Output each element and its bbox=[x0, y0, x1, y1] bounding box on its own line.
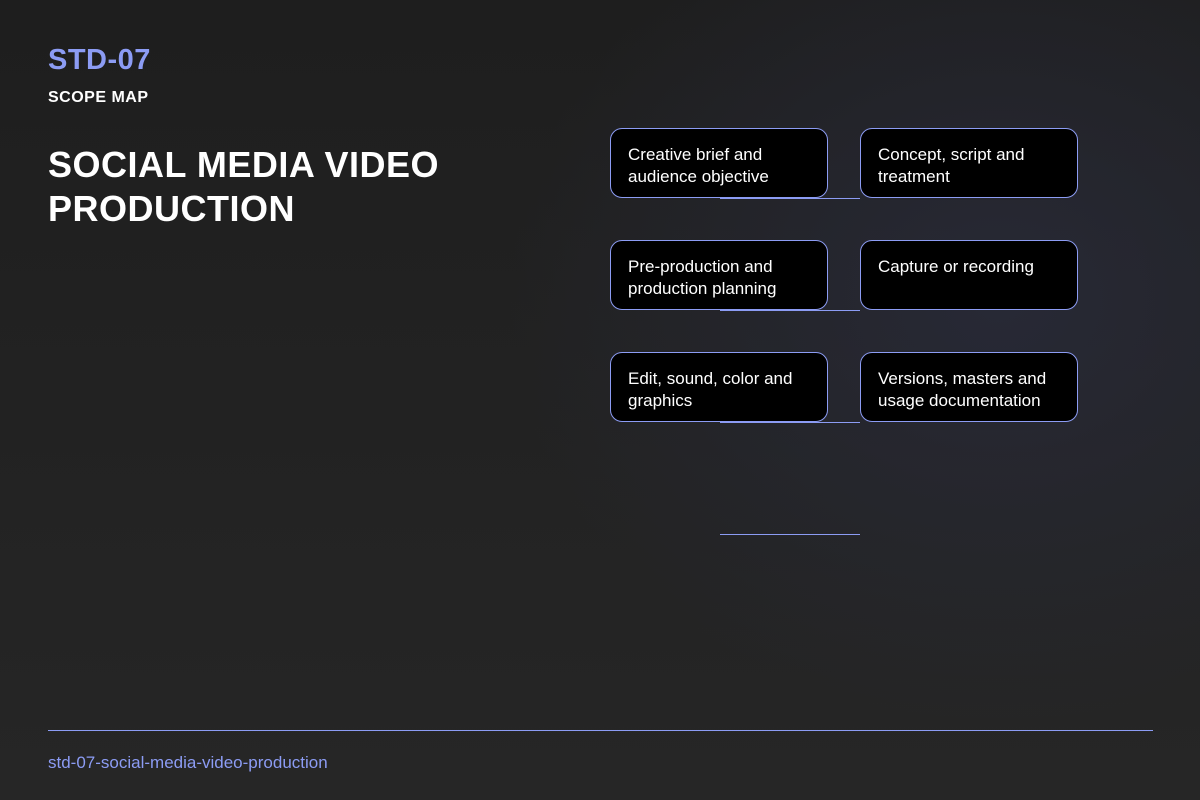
connector-line bbox=[720, 534, 860, 535]
footer-slug: std-07-social-media-video-production bbox=[48, 753, 328, 772]
section-subtitle: SCOPE MAP bbox=[48, 89, 149, 106]
scope-node-capture: Capture or recording bbox=[860, 240, 1078, 310]
scope-node-concept-script: Concept, script and treatment bbox=[860, 128, 1078, 198]
connector-line bbox=[720, 198, 860, 199]
connector-line bbox=[720, 310, 860, 311]
scope-node-edit: Edit, sound, color and graphics bbox=[610, 352, 828, 422]
page-title: SOCIAL MEDIA VIDEO PRODUCTION bbox=[48, 144, 440, 229]
scope-node-creative-brief: Creative brief and audience objective bbox=[610, 128, 828, 198]
scope-node-versions: Versions, masters and usage documentatio… bbox=[860, 352, 1078, 422]
connector-line bbox=[720, 422, 860, 423]
footer-divider bbox=[48, 730, 1153, 731]
standard-code: STD-07 bbox=[48, 44, 151, 76]
scope-node-pre-production: Pre-production and production planning bbox=[610, 240, 828, 310]
